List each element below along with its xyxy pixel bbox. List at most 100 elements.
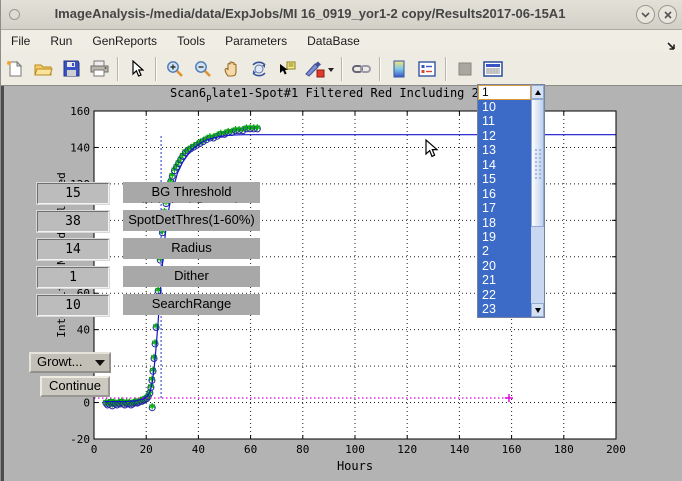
data-cursor-icon <box>278 60 296 78</box>
svg-text:40: 40 <box>77 324 90 337</box>
pan-hand-icon <box>223 60 240 78</box>
brush-icon <box>306 61 324 77</box>
close-button[interactable] <box>658 5 677 24</box>
x-axis-label: Hours <box>337 459 373 473</box>
svg-text:20: 20 <box>140 443 153 456</box>
dropdown-item[interactable]: 15 <box>478 172 531 186</box>
svg-text:40: 40 <box>192 443 205 456</box>
svg-text:0: 0 <box>83 397 90 410</box>
dock-figure-button[interactable] <box>480 56 506 82</box>
dock-figure-icon <box>483 61 503 77</box>
dropdown-item[interactable]: 13 <box>478 143 531 157</box>
svg-text:100: 100 <box>345 443 365 456</box>
popup-arrow-icon <box>95 360 105 366</box>
insert-legend-icon <box>418 61 436 77</box>
x-tick-labels: 020406080100120140160180200 <box>91 443 626 456</box>
dropdown-item[interactable]: 17 <box>478 201 531 215</box>
searchrange-input[interactable]: 10 <box>37 295 109 316</box>
toolbar-separator <box>445 57 447 81</box>
dropdown-item[interactable]: 19 <box>478 230 531 244</box>
dropdown-selected-item[interactable]: 1 <box>478 85 531 100</box>
radius-input[interactable]: 14 <box>37 239 109 260</box>
scroll-thumb[interactable] <box>531 99 544 227</box>
pointer-icon <box>131 60 144 78</box>
save-button[interactable] <box>58 56 84 82</box>
link-plots-button[interactable] <box>348 56 374 82</box>
pan-hand-button[interactable] <box>218 56 244 82</box>
zoom-out-button[interactable] <box>190 56 216 82</box>
svg-text:140: 140 <box>449 443 469 456</box>
svg-text:180: 180 <box>554 443 574 456</box>
searchrange-label: SearchRange <box>123 294 260 315</box>
open-folder-button[interactable] <box>30 56 56 82</box>
figure-area: 020406080100120140160180200-200204060801… <box>1 86 682 481</box>
dropdown-item[interactable]: 22 <box>478 288 531 302</box>
bg-threshold-label: BG Threshold(% below) Dynamic <box>123 182 260 203</box>
menu-item[interactable]: DataBase <box>297 31 370 51</box>
insert-legend-button[interactable] <box>414 56 440 82</box>
spot-number-dropdown[interactable]: 1 10111213141516171819220212223 <box>477 84 545 318</box>
dropdown-item[interactable]: 10 <box>478 100 531 114</box>
dropdown-list[interactable]: 10111213141516171819220212223 <box>478 100 531 317</box>
new-file-button[interactable] <box>2 56 28 82</box>
open-folder-icon <box>34 60 53 78</box>
close-icon <box>664 11 672 19</box>
dropdown-item[interactable]: 21 <box>478 273 531 287</box>
zoom-in-icon <box>166 60 184 78</box>
brush-dropdown-arrow-icon[interactable] <box>328 68 334 72</box>
toolbar-separator <box>155 57 157 81</box>
minimize-button[interactable] <box>636 5 655 24</box>
svg-text:160: 160 <box>70 105 90 118</box>
scroll-up-icon <box>535 90 541 95</box>
toolbar-separator <box>117 57 119 81</box>
dropdown-item[interactable]: 20 <box>478 259 531 273</box>
chevron-down-icon <box>641 12 650 18</box>
brush-button[interactable] <box>302 56 336 82</box>
pointer-tool-button[interactable] <box>124 56 150 82</box>
zoom-in-button[interactable] <box>162 56 188 82</box>
window-title: ImageAnalysis-/media/data/ExpJobs/MI 16_… <box>1 6 619 21</box>
scroll-down-button[interactable] <box>531 303 544 317</box>
title-bar: ImageAnalysis-/media/data/ExpJobs/MI 16_… <box>1 0 682 30</box>
print-button[interactable] <box>86 56 112 82</box>
rotate-3d-button[interactable] <box>246 56 272 82</box>
dither-input[interactable]: 1 <box>37 267 109 288</box>
plain-square-button[interactable] <box>452 56 478 82</box>
zoom-out-icon <box>194 60 212 78</box>
link-plots-icon <box>352 62 371 76</box>
dropdown-item[interactable]: 11 <box>478 114 531 128</box>
menu-item[interactable]: Parameters <box>215 31 297 51</box>
scroll-up-button[interactable] <box>531 85 544 99</box>
dropdown-item[interactable]: 14 <box>478 158 531 172</box>
scroll-down-icon <box>535 308 541 313</box>
menu-item[interactable]: GenReports <box>82 31 167 51</box>
menu-item[interactable]: Run <box>40 31 82 51</box>
save-icon <box>63 60 80 77</box>
growth-popup-menu[interactable]: Growt... <box>29 352 111 373</box>
colorbar-button[interactable] <box>386 56 412 82</box>
toolbar-separator <box>379 57 381 81</box>
new-file-icon <box>6 60 24 78</box>
spotdetthres-input[interactable]: 38 <box>37 211 109 232</box>
data-cursor-button[interactable] <box>274 56 300 82</box>
svg-text:200: 200 <box>606 443 626 456</box>
print-icon <box>90 60 109 77</box>
spotdetthres-label: SpotDetThres(1-60%) <box>123 210 260 231</box>
svg-text:0: 0 <box>91 443 98 456</box>
dropdown-item[interactable]: 16 <box>478 187 531 201</box>
toolbar-separator <box>341 57 343 81</box>
colorbar-icon <box>393 60 405 78</box>
dropdown-item[interactable]: 12 <box>478 129 531 143</box>
menu-bar: FileRunGenReportsToolsParametersDataBase <box>1 30 682 53</box>
svg-text:60: 60 <box>244 443 257 456</box>
menu-item[interactable]: File <box>1 31 40 51</box>
dropdown-item[interactable]: 2 <box>478 244 531 258</box>
bg-threshold-input[interactable]: 15 <box>37 183 109 204</box>
dropdown-item[interactable]: 18 <box>478 216 531 230</box>
app-window: ImageAnalysis-/media/data/ExpJobs/MI 16_… <box>0 0 682 481</box>
menu-item[interactable]: Tools <box>167 31 215 51</box>
continue-button[interactable]: Continue <box>40 376 110 397</box>
toolbar <box>1 52 682 86</box>
dropdown-item[interactable]: 23 <box>478 302 531 316</box>
dropdown-scrollbar[interactable] <box>531 85 544 317</box>
